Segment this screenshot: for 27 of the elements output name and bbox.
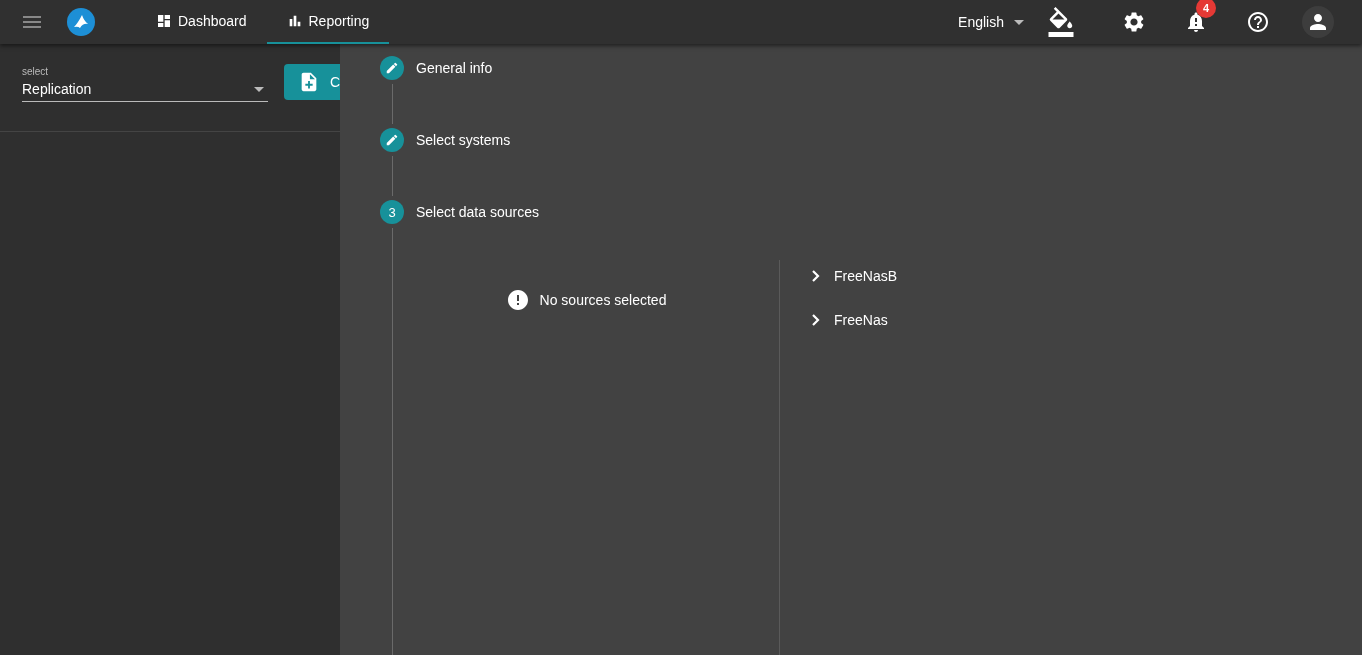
- system-tree-item[interactable]: FreeNas: [808, 312, 1362, 328]
- field-value: Replication: [22, 81, 92, 97]
- dashboard-icon: [156, 13, 172, 29]
- logo-icon: [66, 7, 96, 37]
- alert-icon: [505, 288, 530, 312]
- language-select[interactable]: English: [958, 14, 1024, 30]
- caret-icon: [253, 86, 264, 92]
- chevron-right-icon: [812, 314, 820, 326]
- notification-count: 4: [1196, 0, 1216, 18]
- step-title: Select systems: [416, 132, 511, 148]
- create-button[interactable]: C: [283, 64, 340, 100]
- select-field[interactable]: select Replication: [22, 66, 268, 102]
- step-number: 3: [380, 200, 404, 224]
- edit-step-icon: [380, 56, 404, 80]
- help-button[interactable]: [1246, 10, 1270, 34]
- field-label: select: [22, 66, 50, 77]
- step-title: Select data sources: [416, 204, 539, 220]
- settings-button[interactable]: [1122, 10, 1146, 34]
- user-avatar[interactable]: [1302, 6, 1334, 38]
- empty-message: No sources selected: [539, 292, 667, 308]
- system-tree-item[interactable]: FreeNasB: [808, 268, 1362, 284]
- step-title: General info: [416, 60, 493, 76]
- nav-tab[interactable]: Dashboard: [136, 0, 267, 44]
- caret-icon: [1014, 19, 1024, 25]
- chevron-right-icon: [812, 270, 820, 282]
- edit-step-icon: [380, 128, 404, 152]
- paint-bucket-button[interactable]: [1046, 7, 1076, 37]
